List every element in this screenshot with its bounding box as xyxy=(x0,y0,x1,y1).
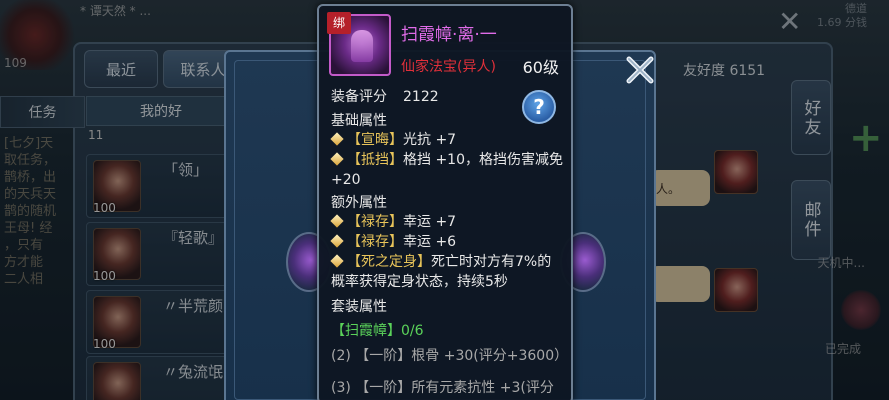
set-bonus-line: (2) 【一阶】根骨 +30(评分+3600） xyxy=(331,348,569,364)
help-button[interactable]: ? xyxy=(522,90,556,124)
diamond-icon xyxy=(330,254,344,268)
attribute-line: 【禄存】幸运 +7 xyxy=(330,212,563,232)
item-tooltip: 绑 扫霞幛·离·一 仙家法宝(异人) 60级 装备评分 2122 ? 基础属性 【… xyxy=(317,4,573,400)
diamond-icon xyxy=(330,132,344,146)
attribute-text: 幸运 +7 xyxy=(403,214,457,230)
score-label: 装备评分 xyxy=(331,89,387,105)
diamond-icon xyxy=(330,234,344,248)
score-value: 2122 xyxy=(403,89,439,105)
attribute-tag: 【抵挡】 xyxy=(347,152,403,168)
item-name: 扫霞幛·离·一 xyxy=(401,25,497,45)
attribute-text: 光抗 +7 xyxy=(403,132,457,148)
bound-badge: 绑 xyxy=(327,12,351,34)
item-icon: 绑 xyxy=(327,12,391,76)
lantern-icon xyxy=(351,30,373,62)
set-name: 【扫霞幛】0/6 xyxy=(331,323,424,339)
attribute-line: 【宣晦】光抗 +7 xyxy=(330,130,563,150)
set-attributes-title: 套装属性 xyxy=(331,299,387,315)
attribute-line: 【抵挡】格挡 +10，格挡伤害减免 +20 xyxy=(330,150,563,190)
close-icon[interactable] xyxy=(624,54,656,86)
diamond-icon xyxy=(330,152,344,166)
extra-attributes-title: 额外属性 xyxy=(331,195,387,211)
attribute-tag: 【禄存】 xyxy=(347,234,403,250)
attribute-text: 幸运 +6 xyxy=(403,234,457,250)
diamond-icon xyxy=(330,214,344,228)
attribute-line: 【死之定身】死亡时对方有7%的概率获得定身状态，持续5秒 xyxy=(330,252,563,292)
attribute-line: 【禄存】幸运 +6 xyxy=(330,232,563,252)
item-level: 60级 xyxy=(522,58,559,77)
attribute-tag: 【宣晦】 xyxy=(347,132,403,148)
attribute-tag: 【禄存】 xyxy=(347,214,403,230)
set-bonus-line: (3) 【一阶】所有元素抗性 +3(评分+3600) xyxy=(331,380,554,396)
attribute-tag: 【死之定身】 xyxy=(347,254,431,270)
item-type: 仙家法宝(异人) xyxy=(401,59,496,75)
base-attributes-title: 基础属性 xyxy=(331,113,387,129)
equipment-score: 装备评分 2122 xyxy=(331,86,439,106)
